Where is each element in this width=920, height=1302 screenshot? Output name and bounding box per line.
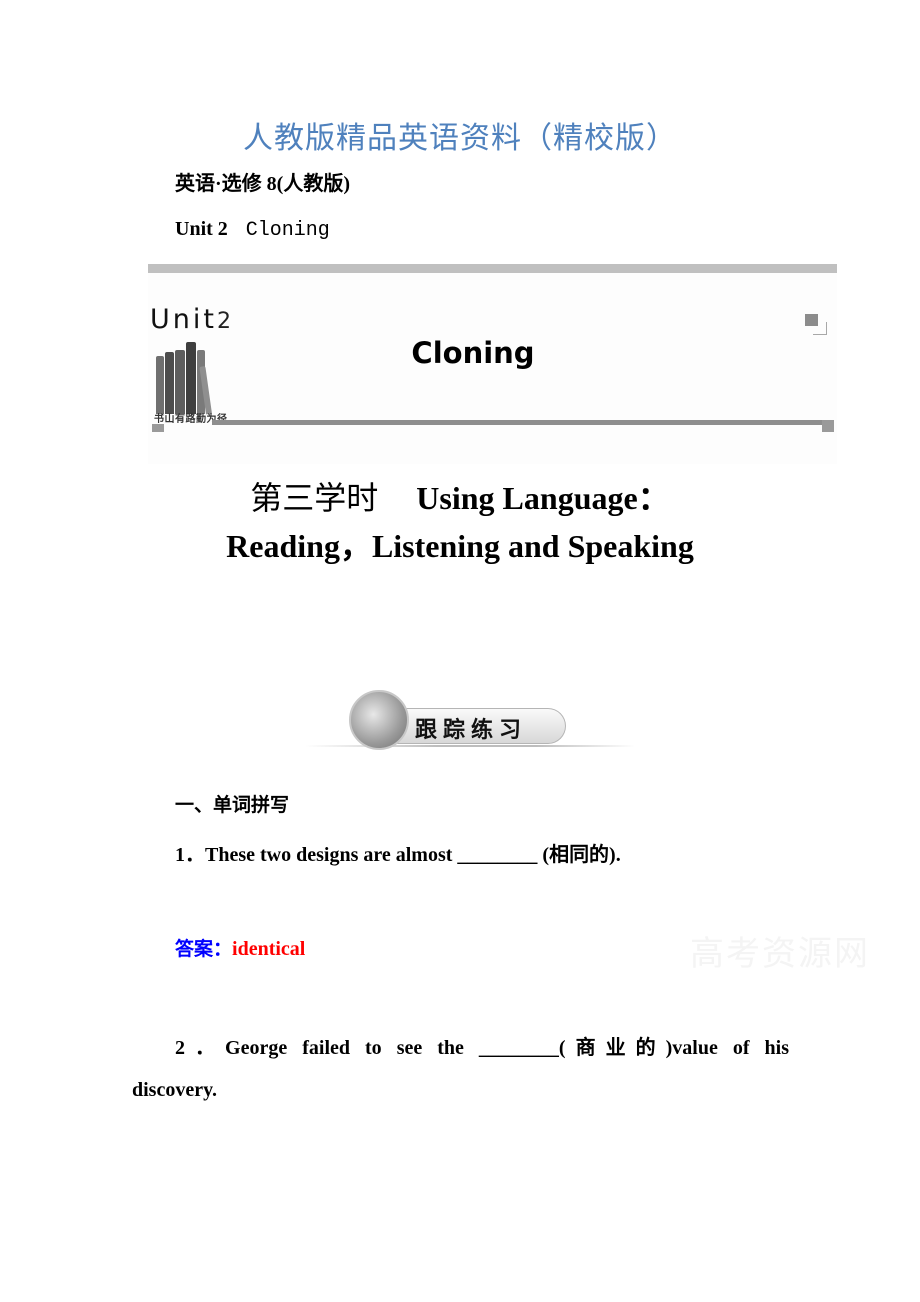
exercise-item-2: 2．George failed to see the ________(商业的)… — [175, 1031, 789, 1060]
practice-label: 跟踪练习 — [415, 717, 528, 742]
lesson-title-line-1: 第三学时 Using Language： — [0, 473, 920, 519]
banner-unit-word: Unit — [150, 304, 217, 335]
exercise-text-line-2: discovery. — [132, 1079, 217, 1101]
practice-underline — [305, 745, 635, 747]
exercise-item-1: 1．These two designs are almost ________ … — [175, 838, 621, 867]
corner-squares-icon — [805, 314, 831, 338]
exercise-number: 2． — [175, 1037, 226, 1059]
lesson-period: 第三学时 — [250, 480, 379, 516]
unit-line: Unit 2 Cloning — [175, 218, 330, 242]
banner-foot-right — [822, 420, 834, 432]
practice-header: 跟踪练习 — [305, 688, 635, 752]
exercise-number: 1． — [175, 844, 205, 866]
banner-foot-left — [152, 424, 164, 432]
answer-label: 答案： — [175, 938, 233, 960]
banner-unit-number: 2 — [216, 309, 231, 334]
banner-bottom-bar — [212, 420, 834, 425]
lesson-title-en: Using Language： — [416, 480, 670, 516]
exercise-text: These two designs are almost ________ (相… — [205, 844, 621, 866]
unit-topic: Cloning — [245, 219, 330, 242]
watermark: 高考资源网 — [690, 936, 870, 973]
climber-icon — [349, 690, 409, 750]
document-title: 人教版精品英语资料（精校版） — [243, 121, 677, 156]
banner-unit-heading: Unit2 — [150, 304, 231, 335]
answer-value: identical — [232, 938, 306, 960]
answer-1: 答案：identical — [175, 934, 305, 961]
section-title: 一、单词拼写 — [175, 794, 290, 816]
subject-line: 英语·选修 8(人教版) — [175, 173, 350, 195]
lesson-title-line-2: Reading，Listening and Speaking — [226, 528, 694, 564]
exercise-text-line-1: George failed to see the ________(商业的)va… — [225, 1037, 789, 1059]
unit-label: Unit 2 — [175, 218, 228, 240]
banner-top-bar — [148, 264, 837, 273]
unit-banner: Unit2 书山有路勤为径 Cloning — [148, 264, 837, 464]
banner-title: Cloning — [411, 336, 535, 370]
